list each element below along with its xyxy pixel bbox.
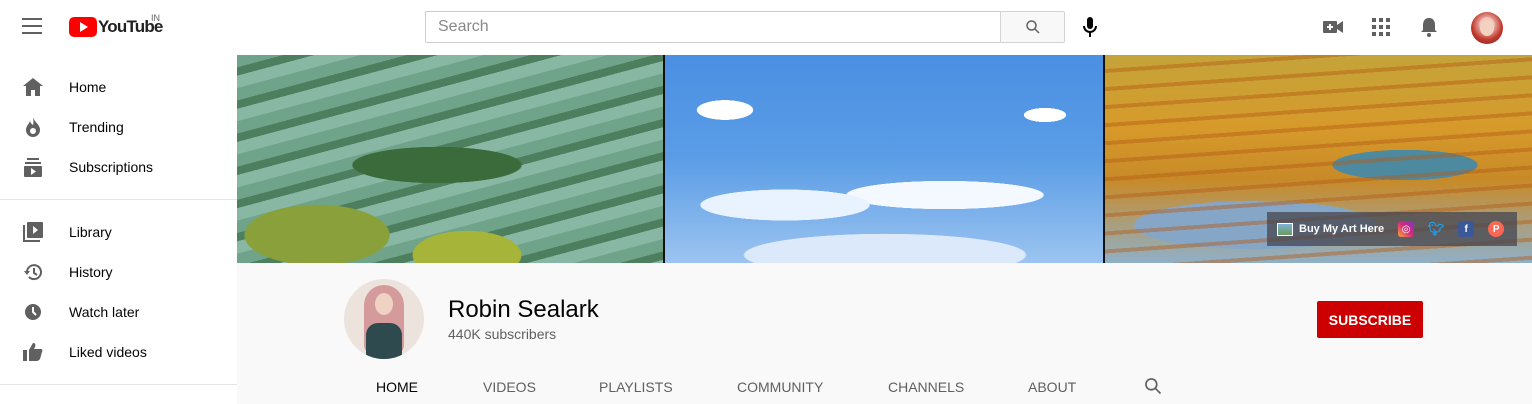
sidebar-item-label: Trending xyxy=(69,119,124,135)
library-icon xyxy=(23,222,43,242)
sidebar-item-label: Subscriptions xyxy=(69,159,154,175)
tab-channels[interactable]: CHANNELS xyxy=(888,379,964,395)
flame-icon xyxy=(23,117,43,137)
masthead: YouTube IN xyxy=(0,0,1532,56)
tab-home[interactable]: HOME xyxy=(376,379,418,395)
sidebar-item-label: Library xyxy=(69,224,112,240)
sidebar-item-trending[interactable]: Trending xyxy=(0,107,237,147)
art-thumbnail-icon xyxy=(1277,222,1293,236)
tab-playlists[interactable]: PLAYLISTS xyxy=(599,379,673,395)
channel-name: Robin Sealark xyxy=(448,296,599,323)
sidebar-item-watch-later[interactable]: Watch later xyxy=(0,292,237,332)
banner-painting-sky xyxy=(665,55,1103,263)
apps-button[interactable] xyxy=(1370,16,1392,38)
video-camera-icon xyxy=(1323,21,1343,33)
thumbs-up-icon xyxy=(23,342,43,362)
create-video-button[interactable] xyxy=(1322,16,1344,38)
facebook-icon[interactable]: f xyxy=(1458,221,1475,237)
sidebar: Home Trending Subscriptions Library Hist… xyxy=(0,56,237,404)
sidebar-item-label: Watch later xyxy=(69,304,140,320)
microphone-icon xyxy=(1083,17,1097,37)
search-box xyxy=(425,11,1001,43)
channel-header: Robin Sealark 440K subscribers SUBSCRIBE… xyxy=(237,263,1532,404)
search-button[interactable] xyxy=(1000,11,1065,43)
apps-grid-icon xyxy=(1372,18,1390,36)
clock-icon xyxy=(23,302,43,322)
search-icon xyxy=(1145,378,1162,395)
search-icon xyxy=(1025,20,1040,34)
subscribe-button[interactable]: SUBSCRIBE xyxy=(1317,301,1423,338)
sidebar-divider xyxy=(0,199,237,200)
sidebar-item-liked-videos[interactable]: Liked videos xyxy=(0,332,237,372)
channel-banner: Buy My Art Here ◎ 🐦︎ f P xyxy=(237,55,1532,263)
sidebar-item-label: History xyxy=(69,264,113,280)
play-logo-icon xyxy=(69,17,97,37)
tab-about[interactable]: ABOUT xyxy=(1028,379,1076,395)
patreon-icon[interactable]: P xyxy=(1488,221,1505,237)
sidebar-item-library[interactable]: Library xyxy=(0,212,237,252)
sidebar-divider xyxy=(0,384,237,385)
search-input[interactable] xyxy=(426,12,1001,42)
subscriptions-icon xyxy=(23,157,43,177)
notifications-button[interactable] xyxy=(1418,16,1440,38)
instagram-icon[interactable]: ◎ xyxy=(1398,221,1415,237)
sidebar-item-label: Liked videos xyxy=(69,344,147,360)
subscriber-count: 440K subscribers xyxy=(448,326,557,342)
sidebar-item-subscriptions[interactable]: Subscriptions xyxy=(0,147,237,187)
sidebar-item-label: Home xyxy=(69,79,107,95)
tab-videos[interactable]: VIDEOS xyxy=(483,379,536,395)
banner-painting-landscape xyxy=(237,55,664,263)
history-icon xyxy=(23,262,43,282)
bell-icon xyxy=(1421,18,1437,37)
buy-art-link-label: Buy My Art Here xyxy=(1299,223,1385,235)
sidebar-item-history[interactable]: History xyxy=(0,252,237,292)
user-avatar[interactable] xyxy=(1471,12,1503,44)
home-icon xyxy=(23,77,43,97)
sidebar-item-home[interactable]: Home xyxy=(0,67,237,107)
channel-search-button[interactable] xyxy=(1143,376,1163,396)
channel-avatar[interactable] xyxy=(344,279,424,359)
banner-links: Buy My Art Here ◎ 🐦︎ f P xyxy=(1267,212,1517,246)
youtube-logo[interactable]: YouTube IN xyxy=(69,13,163,38)
tab-community[interactable]: COMMUNITY xyxy=(737,379,823,395)
menu-icon[interactable] xyxy=(22,18,42,34)
region-code: IN xyxy=(151,13,160,23)
voice-search-button[interactable] xyxy=(1078,14,1102,40)
buy-art-link[interactable]: Buy My Art Here xyxy=(1277,222,1385,236)
twitter-icon[interactable]: 🐦︎ xyxy=(1428,221,1445,237)
